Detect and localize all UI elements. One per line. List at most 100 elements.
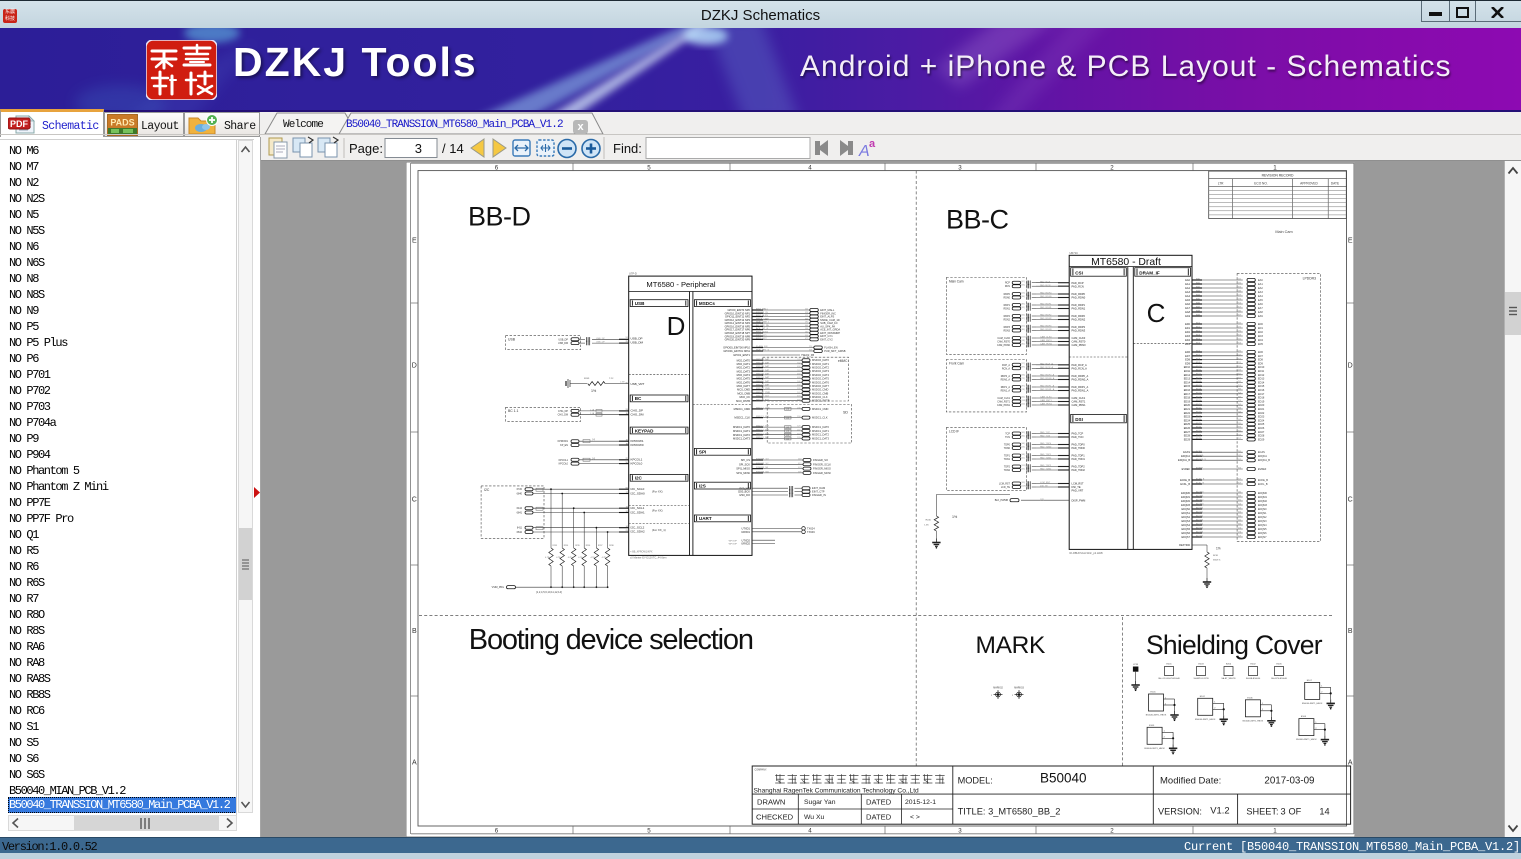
svg-text:ECAS: ECAS: [1183, 451, 1190, 454]
svg-text:LCM_RST: LCM_RST: [1040, 482, 1051, 484]
svg-text:Main Cam: Main Cam: [1275, 230, 1292, 234]
svg-text:TCN: TCN: [1005, 436, 1010, 439]
svg-text:[49]: [49]: [1238, 455, 1241, 457]
svg-text:[86]: [86]: [1238, 396, 1241, 398]
svg-text:FINGER_SCLK: FINGER_SCLK: [813, 462, 831, 466]
svg-text:MSDC0_DAT: MSDC0_DAT: [756, 358, 770, 361]
svg-text:ED13: ED13: [1258, 378, 1265, 381]
svg-text:CHG_DM: CHG_DM: [631, 413, 645, 417]
svg-text:ED8: ED8: [1185, 359, 1190, 362]
svg-text:ED16: ED16: [1184, 389, 1191, 392]
svg-text:[72]: [72]: [1238, 355, 1241, 357]
svg-text:REVISION RECORD: REVISION RECORD: [1262, 174, 1294, 178]
svg-text:PAD_RDP0: PAD_RDP0: [1072, 292, 1086, 296]
svg-text:EA8: EA8: [1185, 311, 1190, 314]
svg-text:ED27: ED27: [1196, 431, 1202, 433]
svg-text:ECKE_B: ECKE_B: [1180, 479, 1190, 482]
svg-text:EA2: EA2: [1185, 287, 1190, 290]
svg-text:PAD_RDN0: PAD_RDN0: [1072, 296, 1086, 300]
svg-text:[63]: [63]: [1238, 358, 1241, 360]
svg-text:[12]: [12]: [1040, 499, 1044, 501]
svg-text:OF: OF: [1289, 807, 1302, 817]
svg-text:[56]: [56]: [1022, 446, 1026, 448]
svg-text:MSDC0_DAT: MSDC0_DAT: [756, 384, 770, 387]
svg-text:KPROW1: KPROW1: [558, 440, 569, 443]
svg-text:EINT_DAM: EINT_DAM: [812, 486, 825, 490]
svg-text:CAM_PDN1: CAM_PDN1: [997, 404, 1011, 407]
svg-text:6411: 6411: [517, 527, 523, 530]
svg-text:CAM_CLK1: CAM_CLK1: [1072, 396, 1086, 400]
svg-text:PAD_RDP0_A: PAD_RDP0_A: [1040, 374, 1055, 377]
svg-text:I2C_SDA0: I2C_SDA0: [631, 492, 646, 496]
svg-text:PAD_RDN0_A: PAD_RDN0_A: [1072, 378, 1089, 382]
svg-text:R235: R235: [575, 545, 580, 547]
svg-text:EDQM1: EDQM1: [1181, 496, 1191, 499]
svg-text:[69]: [69]: [1022, 432, 1026, 434]
svg-text:EA0: EA0: [1258, 279, 1263, 282]
svg-text:EA7: EA7: [1185, 307, 1190, 310]
svg-text:PAD_RCP: PAD_RCP: [1040, 280, 1051, 283]
svg-text:ED6: ED6: [1185, 351, 1190, 354]
svg-text:RDN0_A: RDN0_A: [1001, 379, 1011, 382]
svg-text:ED21: ED21: [1184, 408, 1191, 411]
svg-text:ED23: ED23: [1184, 416, 1191, 419]
svg-text:MSDC1_CLK: MSDC1_CLK: [756, 416, 770, 418]
svg-text:ED2: ED2: [1258, 331, 1263, 334]
svg-text:ED18: ED18: [1184, 397, 1191, 400]
svg-text:[46]: [46]: [1238, 311, 1241, 313]
svg-text:CAM_PDN1: CAM_PDN1: [1072, 403, 1087, 407]
svg-text:EA4: EA4: [1258, 295, 1263, 298]
svg-text:6720: 6720: [517, 488, 523, 491]
svg-text:ED25: ED25: [1258, 423, 1265, 426]
svg-text:MSDE_CAM_: MSDE_CAM_: [756, 317, 770, 320]
svg-text:E104: E104: [1301, 716, 1307, 718]
svg-text:UR71C: UR71C: [1070, 251, 1079, 255]
svg-text:RDN0: RDN0: [1003, 297, 1010, 300]
svg-text:[24]: [24]: [1238, 528, 1241, 530]
svg-text:ED21: ED21: [1258, 408, 1265, 411]
svg-text:EDQCA_B: EDQCA_B: [1196, 458, 1207, 461]
svg-text:PAD_TDN0: PAD_TDN0: [1040, 446, 1052, 449]
svg-text:1%: 1%: [952, 515, 958, 519]
svg-text:URXD1: URXD1: [741, 530, 750, 534]
svg-text:PAD_TDP0: PAD_TDP0: [1072, 443, 1086, 447]
svg-text:4: 4: [808, 828, 812, 835]
svg-text:d.l Manter EY-D12XTC_44.6ten: d.l Manter EY-D12XTC_44.6ten: [630, 556, 667, 560]
svg-text:[17]: [17]: [1022, 363, 1026, 365]
svg-text:EA9: EA9: [1185, 315, 1190, 318]
svg-text:2015-12-1: 2015-12-1: [905, 799, 936, 806]
svg-text:[73]: [73]: [1238, 400, 1241, 402]
svg-text:Front Cam: Front Cam: [949, 362, 964, 366]
svg-text:TDN0: TDN0: [1004, 447, 1011, 450]
svg-text:[73]: [73]: [1238, 299, 1241, 301]
svg-text:PAD_RDP3: PAD_RDP3: [1072, 325, 1086, 329]
svg-text:MC0_CK: MC0_CK: [739, 395, 750, 399]
svg-text:MODEL:: MODEL:: [958, 776, 993, 786]
svg-text:PAD_RDN1_A: PAD_RDN1_A: [1072, 389, 1089, 393]
svg-text:EDQCA_B: EDQCA_B: [1258, 459, 1270, 462]
svg-text:ED10: ED10: [1258, 366, 1265, 369]
svg-text:EINT_ALPS: EINT_ALPS: [756, 314, 768, 317]
svg-text:USB: USB: [508, 337, 516, 341]
svg-text:PAD_RCP: PAD_RCP: [1072, 281, 1084, 285]
svg-text:[44]: [44]: [786, 417, 789, 419]
svg-text:1.3M: 1.3M: [620, 381, 625, 383]
svg-text:Find:: Find:: [613, 141, 642, 156]
svg-text:TX624: TX624: [807, 526, 815, 530]
svg-text:WPGOP: WPGOP: [729, 540, 738, 542]
svg-text:E201: E201: [1166, 664, 1172, 666]
svg-text:EDQS3: EDQS3: [1182, 520, 1191, 523]
svg-text:6840: 6840: [517, 493, 523, 496]
svg-text:ED14: ED14: [1196, 381, 1202, 383]
svg-text:ECO NO.: ECO NO.: [1254, 182, 1268, 186]
svg-text:(For XX): (For XX): [652, 490, 663, 494]
svg-text:FINGER_MI: FINGER_MI: [756, 467, 768, 469]
svg-text:SUB_CAM_1: SUB_CAM_1: [756, 321, 770, 324]
svg-text:EDQS6: EDQS6: [1196, 532, 1204, 534]
svg-text:USB_DP: USB_DP: [558, 338, 568, 341]
svg-text:3: 3: [415, 141, 422, 156]
svg-text:EDQM2: EDQM2: [1196, 500, 1204, 502]
svg-text:ED28: ED28: [1184, 435, 1191, 438]
svg-text:CAM_PDN1: CAM_PDN1: [1040, 403, 1053, 406]
svg-text:EDQCA_B: EDQCA_B: [1178, 459, 1190, 462]
